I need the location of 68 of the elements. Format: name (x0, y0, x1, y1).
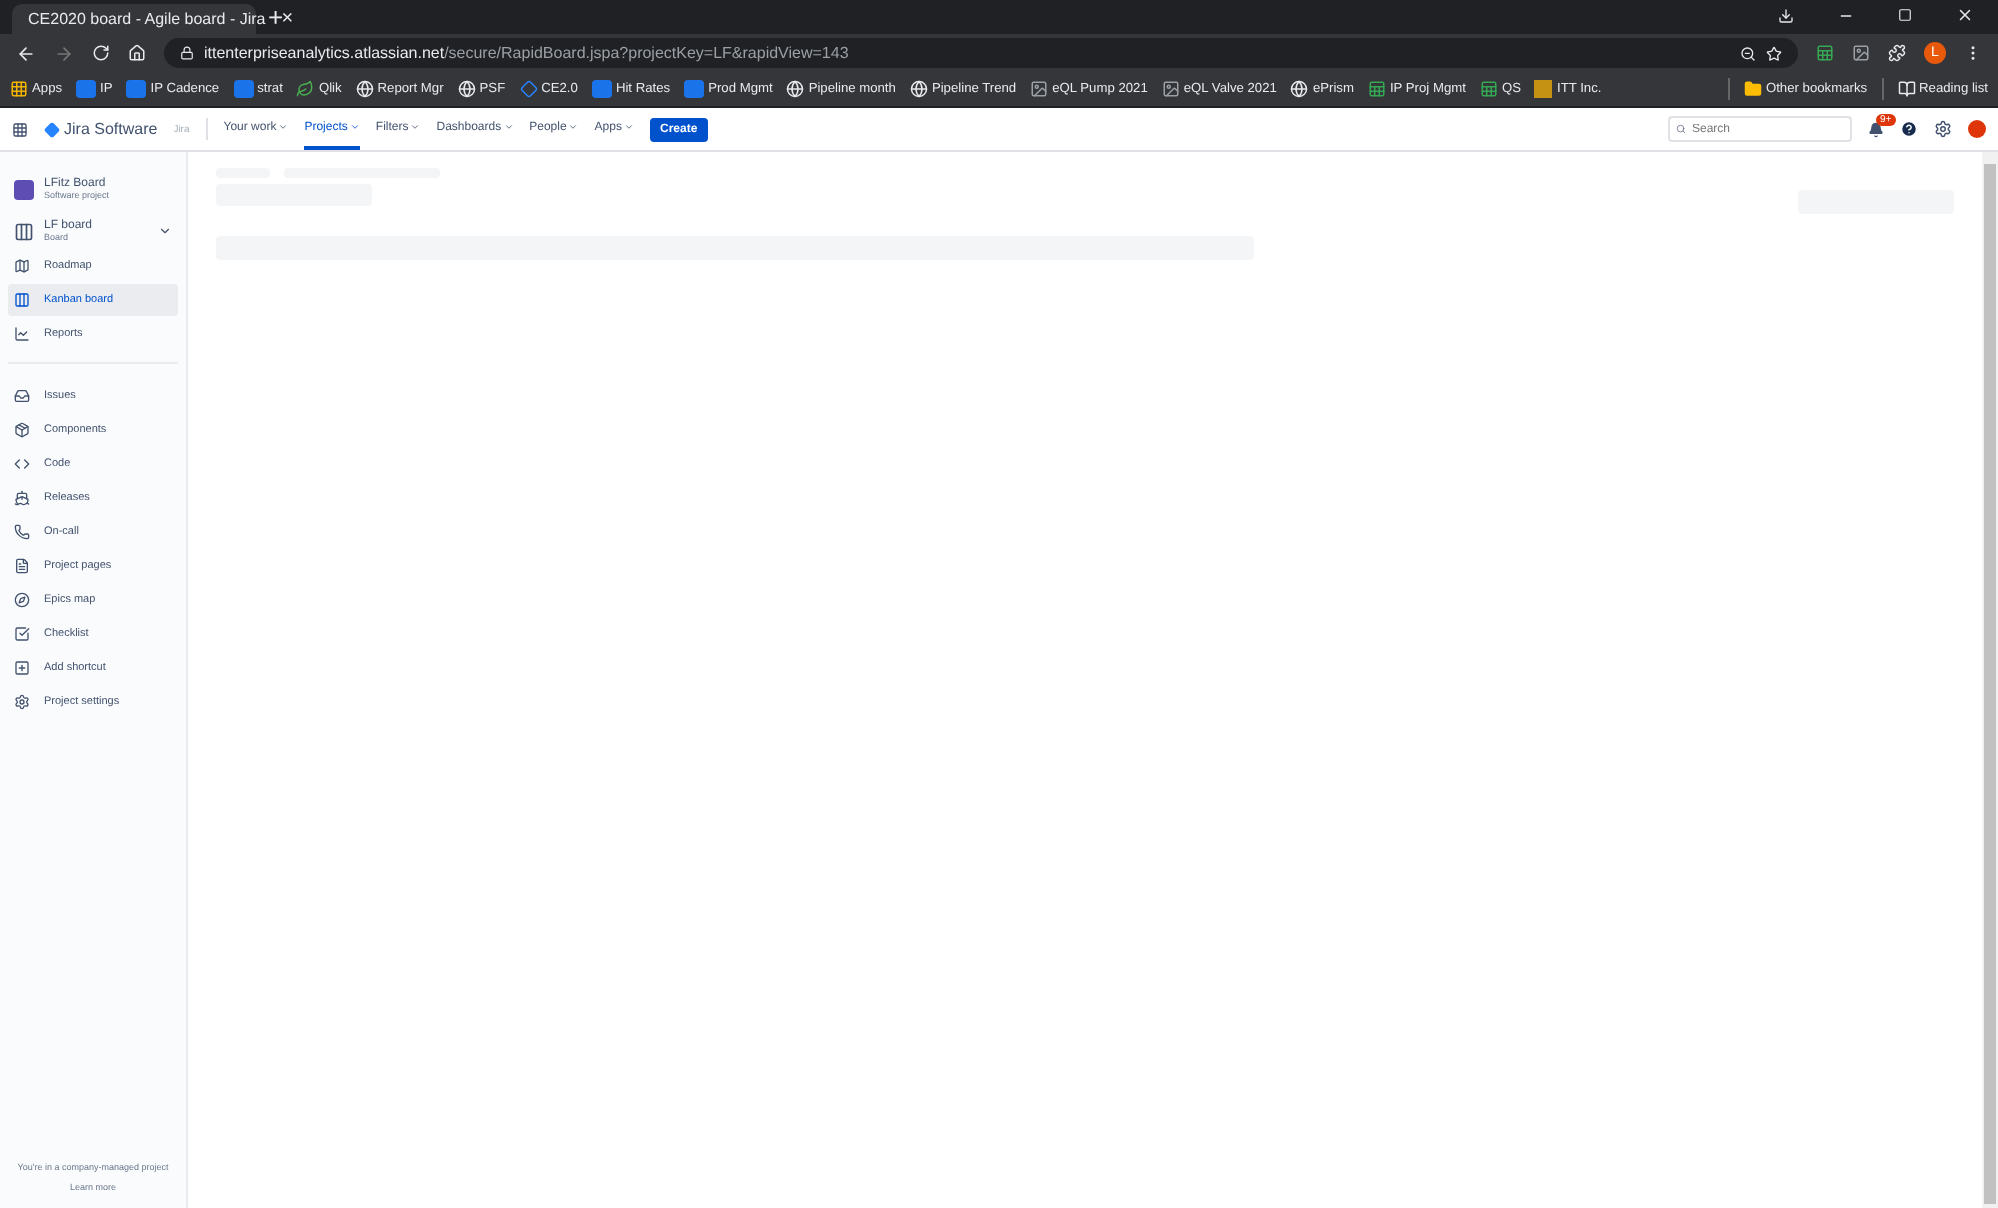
grid-icon (10, 80, 28, 98)
project-icon (14, 179, 34, 199)
phone-icon (14, 524, 30, 540)
checkbox-icon (14, 626, 30, 642)
caret-icon (349, 122, 360, 132)
new-tab-button[interactable]: + (268, 2, 284, 32)
globe-icon (1290, 80, 1309, 98)
s-logo-icon (591, 80, 612, 98)
caret-icon (410, 122, 421, 132)
reload-icon[interactable] (92, 44, 110, 62)
caret-icon[interactable] (158, 224, 172, 238)
image-icon (1161, 80, 1180, 98)
s-logo-icon (76, 80, 97, 98)
image-icon[interactable] (1852, 44, 1870, 62)
caret-icon (568, 122, 579, 132)
folder-icon (1743, 80, 1762, 98)
app-switcher-icon[interactable] (12, 121, 28, 137)
help-icon[interactable] (1900, 120, 1918, 138)
add-icon (14, 660, 30, 676)
sheet-icon[interactable] (1816, 44, 1834, 62)
chart-icon (14, 326, 30, 342)
logo-icon (1534, 80, 1553, 98)
diamond-icon (519, 80, 538, 98)
board-icon (14, 221, 34, 241)
caret-icon (278, 122, 289, 132)
roadmap-icon (14, 258, 30, 274)
diamond-icon (44, 121, 60, 137)
page-icon (14, 558, 30, 574)
globe-icon (786, 80, 805, 98)
close-icon[interactable] (1956, 6, 1974, 24)
box-icon (14, 422, 30, 438)
image-icon (1030, 80, 1049, 98)
bell-icon[interactable] (1868, 121, 1884, 137)
globe-icon (355, 80, 374, 98)
ship-icon (14, 490, 30, 506)
settings-icon (14, 694, 30, 710)
tab-title: CE2020 board - Agile board - Jira (28, 10, 266, 28)
globe-icon (909, 80, 928, 98)
home-icon[interactable] (128, 44, 146, 62)
s-logo-icon (126, 80, 147, 98)
book-icon (1897, 80, 1916, 98)
globe-icon (457, 80, 476, 98)
inbox-icon (14, 388, 30, 404)
leaf-icon (296, 80, 315, 98)
product-logo[interactable]: Jira Software (64, 120, 158, 138)
tab-close-button[interactable]: × (281, 8, 294, 30)
search-icon (1676, 124, 1686, 134)
caret-icon (623, 122, 634, 132)
columns-icon (14, 292, 30, 308)
user-avatar[interactable] (1968, 120, 1986, 138)
sheet-icon (1479, 80, 1498, 98)
caret-icon (503, 122, 514, 132)
code-icon (14, 456, 30, 472)
maximize-icon[interactable] (1898, 8, 1912, 22)
scrollbar[interactable] (1982, 152, 1998, 1208)
address-field[interactable]: ittenterpriseanalytics.atlassian.net/secure/RapidBoard.jspa?projectKey=LF&rapidView=143 (164, 38, 1798, 68)
settings-icon[interactable] (1934, 120, 1952, 138)
download-icon[interactable] (1778, 7, 1794, 23)
star-icon[interactable] (1766, 45, 1782, 61)
sheet-icon (1367, 80, 1386, 98)
lock-icon (180, 46, 194, 60)
zoom-icon[interactable] (1740, 45, 1756, 61)
compass-icon (14, 592, 30, 608)
forward-icon[interactable] (54, 43, 74, 63)
s-logo-icon (233, 80, 254, 98)
puzzle-icon[interactable] (1888, 44, 1906, 62)
s-logo-icon (684, 80, 705, 98)
back-icon[interactable] (16, 43, 36, 63)
